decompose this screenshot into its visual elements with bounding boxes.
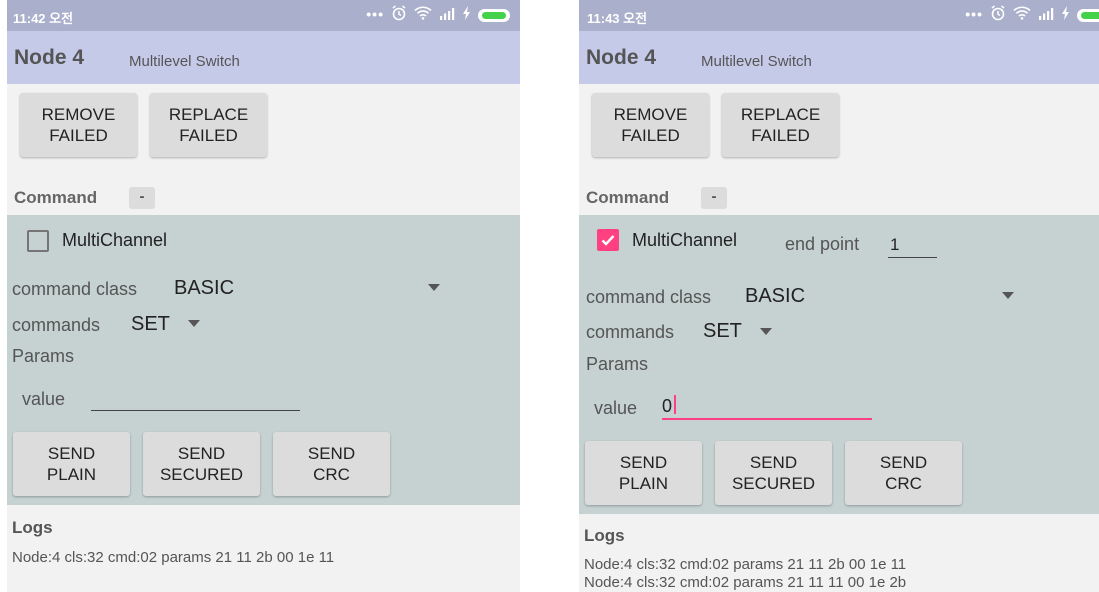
log-line: Node:4 cls:32 cmd:02 params 21 11 11 00 …: [584, 574, 907, 591]
wifi-icon: [414, 6, 432, 25]
command-class-label: command class: [12, 279, 138, 299]
checkmark-icon: [601, 235, 615, 246]
page-subtitle: Multilevel Switch: [701, 53, 812, 70]
log-line: Node:4 cls:32 cmd:02 params 21 11 2b 00 …: [12, 549, 335, 566]
commands-select[interactable]: SET: [131, 313, 170, 336]
send-crc-button[interactable]: SEND CRC: [273, 432, 390, 496]
command-panel: MultiChannel command class BASIC command…: [7, 215, 520, 505]
phone-screen-left: 11:42 오전 ••• Node 4 Multilevel Switch RE…: [7, 0, 520, 592]
multichannel-label: MultiChannel: [62, 230, 168, 250]
end-point-underline: [888, 257, 937, 258]
command-collapse-button[interactable]: -: [701, 187, 727, 209]
command-class-select[interactable]: BASIC: [174, 277, 234, 300]
command-label: Command: [14, 188, 98, 207]
logs-title: Logs: [584, 526, 625, 545]
send-plain-button[interactable]: SEND PLAIN: [585, 441, 702, 505]
command-panel: MultiChannel end point 1 command class B…: [579, 215, 1099, 514]
charging-icon: [1061, 6, 1070, 25]
battery-icon: [1077, 9, 1099, 22]
multichannel-label: MultiChannel: [632, 230, 738, 250]
value-label: value: [594, 398, 638, 418]
commands-label: commands: [586, 322, 675, 342]
command-collapse-button[interactable]: -: [129, 187, 155, 209]
alarm-icon: [391, 5, 407, 26]
command-class-select[interactable]: BASIC: [745, 285, 805, 308]
alarm-icon: [990, 5, 1006, 26]
replace-failed-button[interactable]: REPLACE FAILED: [722, 93, 839, 157]
signal-icon: [1038, 7, 1054, 25]
send-secured-button[interactable]: SEND SECURED: [143, 432, 260, 496]
page-title: Node 4: [14, 46, 85, 69]
send-secured-button[interactable]: SEND SECURED: [715, 441, 832, 505]
multichannel-checkbox[interactable]: [597, 229, 619, 251]
dropdown-arrow-icon[interactable]: [760, 328, 772, 335]
app-bar: Node 4 Multilevel Switch: [579, 31, 1099, 84]
end-point-input[interactable]: 1: [890, 235, 899, 255]
params-label: Params: [586, 354, 649, 374]
text-cursor: [674, 395, 676, 414]
status-bar: 11:43 오전 •••: [579, 0, 1099, 31]
dropdown-arrow-icon[interactable]: [188, 320, 200, 327]
commands-select[interactable]: SET: [703, 320, 742, 343]
phone-screen-right: 11:43 오전 ••• Node 4 Multilevel Switch RE…: [579, 0, 1099, 592]
status-time: 11:43 오전: [587, 11, 648, 26]
send-plain-button[interactable]: SEND PLAIN: [13, 432, 130, 496]
value-input[interactable]: 0: [662, 396, 672, 417]
signal-icon: [439, 7, 455, 25]
app-bar: Node 4 Multilevel Switch: [7, 31, 520, 84]
commands-label: commands: [12, 315, 101, 335]
replace-failed-button[interactable]: REPLACE FAILED: [150, 93, 267, 157]
dropdown-arrow-icon[interactable]: [428, 284, 440, 291]
remove-failed-button[interactable]: REMOVE FAILED: [20, 93, 137, 157]
value-input-underline: [91, 410, 300, 411]
more-dots-icon: •••: [366, 5, 384, 22]
multichannel-checkbox[interactable]: [27, 230, 49, 252]
page-title: Node 4: [586, 46, 657, 69]
status-time: 11:42 오전: [13, 11, 74, 26]
page-subtitle: Multilevel Switch: [129, 53, 240, 70]
wifi-icon: [1013, 6, 1031, 25]
command-class-label: command class: [586, 287, 712, 307]
end-point-label: end point: [785, 234, 860, 254]
remove-failed-button[interactable]: REMOVE FAILED: [592, 93, 709, 157]
status-bar: 11:42 오전 •••: [7, 0, 520, 31]
value-input-underline: [662, 418, 872, 420]
command-label: Command: [586, 188, 670, 207]
battery-icon: [478, 9, 510, 22]
logs-title: Logs: [12, 518, 53, 537]
send-crc-button[interactable]: SEND CRC: [845, 441, 962, 505]
log-line: Node:4 cls:32 cmd:02 params 21 11 2b 00 …: [584, 556, 907, 573]
dropdown-arrow-icon[interactable]: [1002, 292, 1014, 299]
params-label: Params: [12, 346, 75, 366]
more-dots-icon: •••: [965, 5, 983, 22]
charging-icon: [462, 6, 471, 25]
value-label: value: [22, 389, 66, 409]
